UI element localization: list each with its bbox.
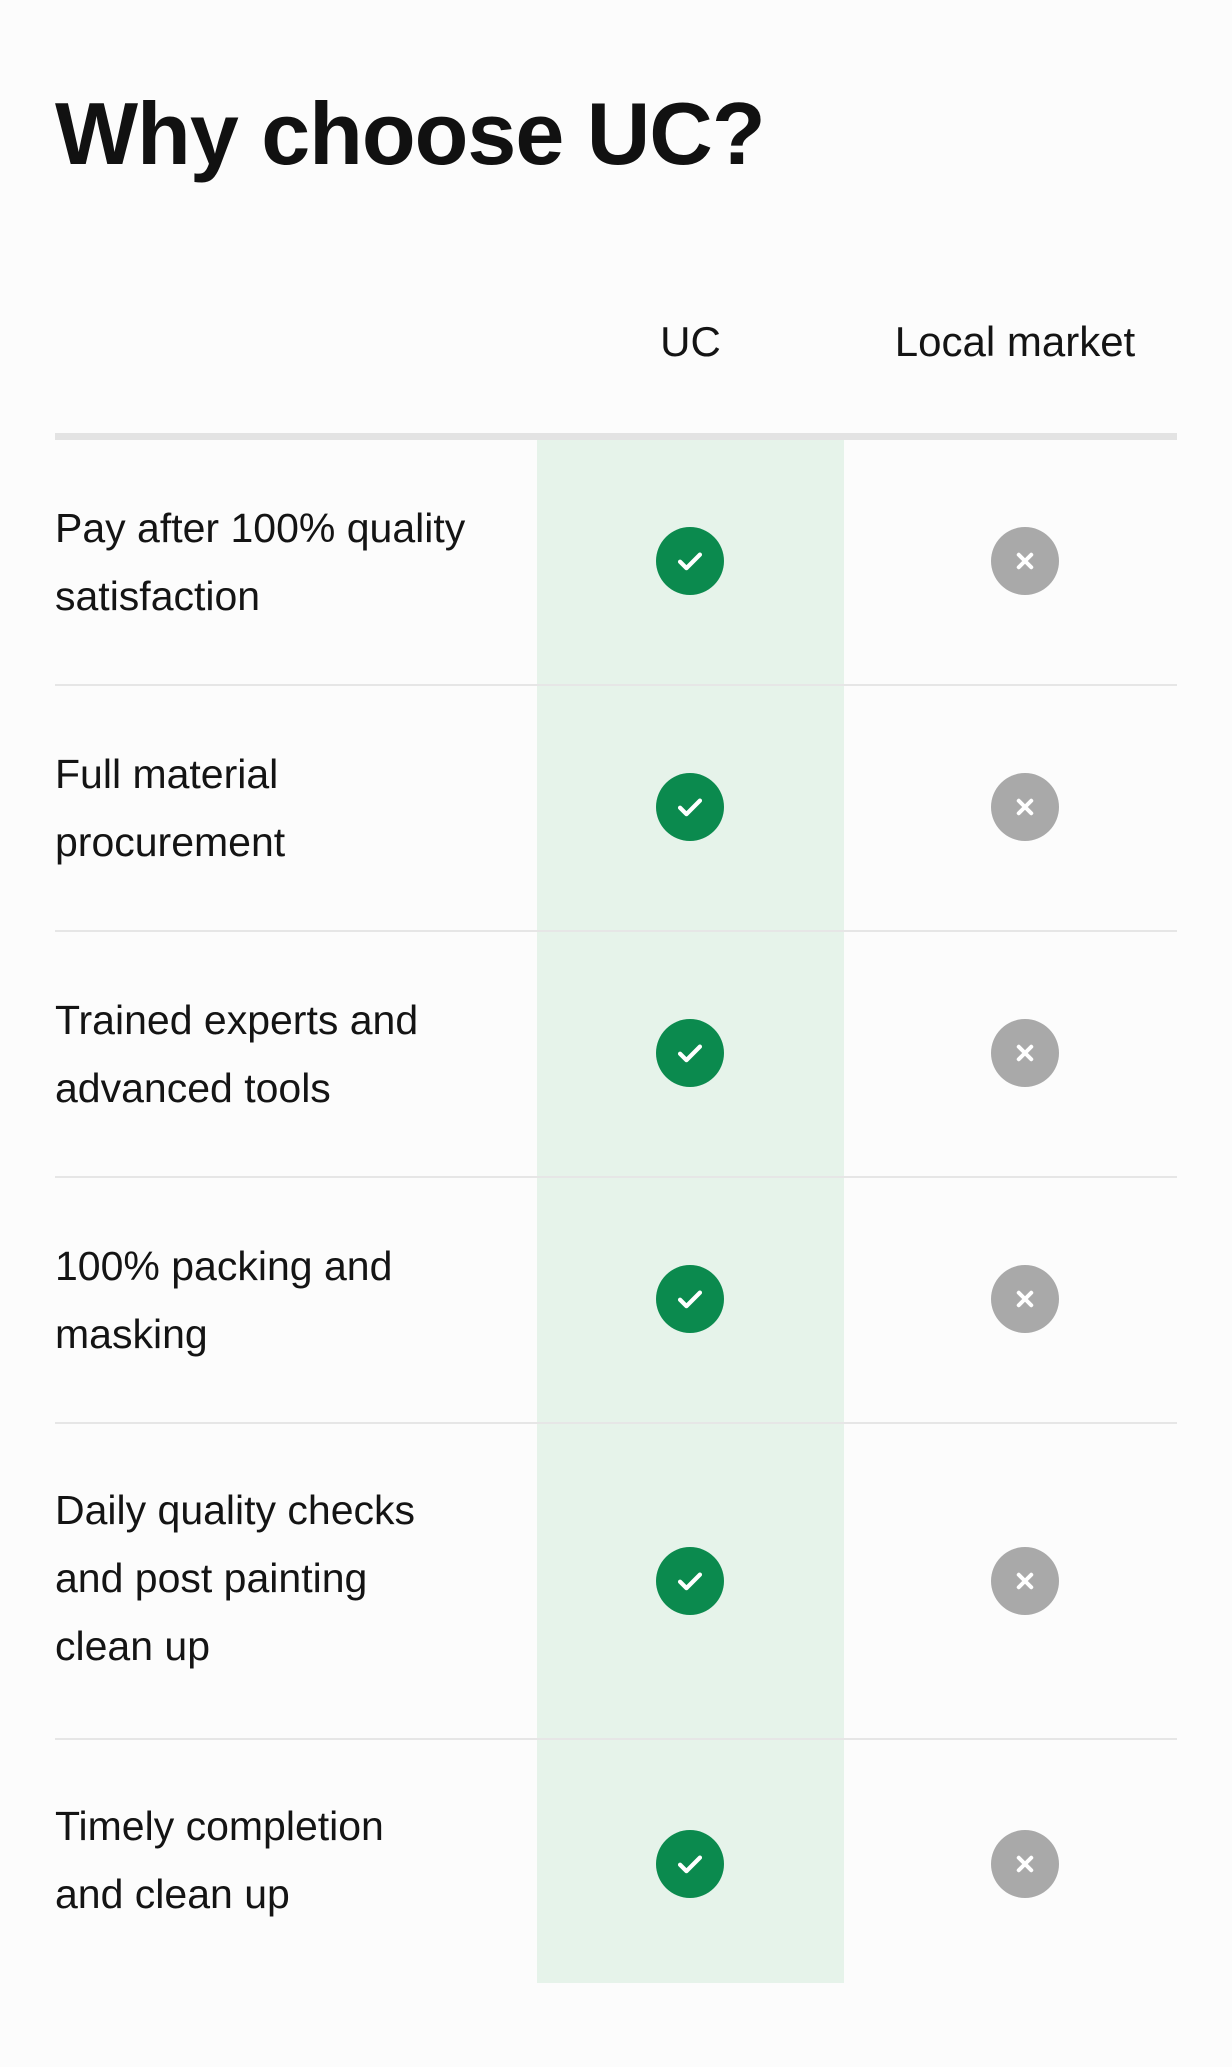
page-title: Why choose UC? xyxy=(55,84,766,183)
check-icon xyxy=(656,1830,724,1898)
check-icon xyxy=(656,527,724,595)
comparison-row: Trained experts and advanced tools xyxy=(55,932,1177,1178)
comparison-row: Pay after 100% quality satisfaction xyxy=(55,440,1177,686)
feature-label: 100% packing and masking xyxy=(55,1243,393,1357)
check-icon xyxy=(656,1547,724,1615)
feature-label: Pay after 100% quality satisfaction xyxy=(55,505,466,619)
cross-icon xyxy=(991,1830,1059,1898)
header-divider xyxy=(55,433,1177,440)
cross-icon xyxy=(991,1019,1059,1087)
feature-label: Daily quality checks and post painting c… xyxy=(55,1487,416,1669)
cross-icon xyxy=(991,1265,1059,1333)
cross-icon xyxy=(991,773,1059,841)
comparison-row: Timely completion and clean up xyxy=(55,1740,1177,1983)
check-icon xyxy=(656,773,724,841)
cross-icon xyxy=(991,1547,1059,1615)
comparison-row: Daily quality checks and post painting c… xyxy=(55,1424,1177,1740)
cross-icon xyxy=(991,527,1059,595)
column-header-local-market: Local market xyxy=(894,318,1136,365)
feature-label: Full material procurement xyxy=(55,751,286,865)
comparison-row: 100% packing and masking xyxy=(55,1178,1177,1424)
comparison-row: Full material procurement xyxy=(55,686,1177,932)
feature-label: Trained experts and advanced tools xyxy=(55,997,419,1111)
feature-label: Timely completion and clean up xyxy=(55,1803,384,1917)
check-icon xyxy=(656,1265,724,1333)
check-icon xyxy=(656,1019,724,1087)
column-header-uc: UC xyxy=(660,318,721,365)
